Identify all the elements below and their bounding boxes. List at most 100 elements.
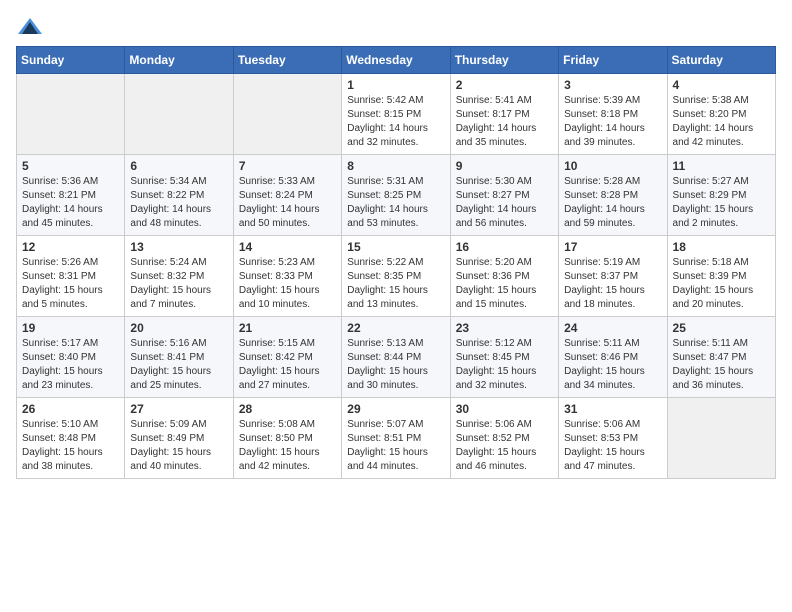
- cell-line: and 42 minutes.: [239, 460, 336, 474]
- week-row-5: 26Sunrise: 5:10 AMSunset: 8:48 PMDayligh…: [17, 398, 776, 479]
- cell-content: Sunrise: 5:38 AMSunset: 8:20 PMDaylight:…: [673, 94, 770, 150]
- cell-line: Sunrise: 5:15 AM: [239, 337, 336, 351]
- cell-line: Daylight: 15 hours: [564, 284, 661, 298]
- cell-content: Sunrise: 5:26 AMSunset: 8:31 PMDaylight:…: [22, 256, 119, 312]
- calendar-cell: 25Sunrise: 5:11 AMSunset: 8:47 PMDayligh…: [667, 317, 775, 398]
- calendar-cell: [17, 74, 125, 155]
- cell-line: Daylight: 15 hours: [456, 365, 553, 379]
- day-number: 17: [564, 240, 661, 254]
- cell-line: Sunrise: 5:09 AM: [130, 418, 227, 432]
- cell-line: and 48 minutes.: [130, 217, 227, 231]
- cell-line: Daylight: 15 hours: [22, 446, 119, 460]
- day-number: 2: [456, 78, 553, 92]
- header-cell-friday: Friday: [559, 47, 667, 74]
- cell-line: Daylight: 15 hours: [564, 446, 661, 460]
- day-number: 26: [22, 402, 119, 416]
- logo: [16, 16, 46, 36]
- cell-line: Sunrise: 5:16 AM: [130, 337, 227, 351]
- day-number: 22: [347, 321, 444, 335]
- cell-line: Daylight: 14 hours: [564, 203, 661, 217]
- cell-line: Daylight: 15 hours: [456, 284, 553, 298]
- cell-line: and 42 minutes.: [673, 136, 770, 150]
- cell-line: Sunset: 8:31 PM: [22, 270, 119, 284]
- cell-line: and 40 minutes.: [130, 460, 227, 474]
- day-number: 16: [456, 240, 553, 254]
- cell-line: and 20 minutes.: [673, 298, 770, 312]
- cell-content: Sunrise: 5:30 AMSunset: 8:27 PMDaylight:…: [456, 175, 553, 231]
- cell-line: and 5 minutes.: [22, 298, 119, 312]
- day-number: 20: [130, 321, 227, 335]
- cell-content: Sunrise: 5:09 AMSunset: 8:49 PMDaylight:…: [130, 418, 227, 474]
- cell-line: Sunrise: 5:19 AM: [564, 256, 661, 270]
- cell-line: Sunrise: 5:18 AM: [673, 256, 770, 270]
- day-number: 6: [130, 159, 227, 173]
- day-number: 19: [22, 321, 119, 335]
- calendar-cell: [125, 74, 233, 155]
- cell-line: and 39 minutes.: [564, 136, 661, 150]
- day-number: 24: [564, 321, 661, 335]
- day-number: 10: [564, 159, 661, 173]
- cell-line: Sunrise: 5:10 AM: [22, 418, 119, 432]
- cell-line: Daylight: 15 hours: [239, 446, 336, 460]
- week-row-3: 12Sunrise: 5:26 AMSunset: 8:31 PMDayligh…: [17, 236, 776, 317]
- cell-line: and 44 minutes.: [347, 460, 444, 474]
- day-number: 11: [673, 159, 770, 173]
- day-number: 18: [673, 240, 770, 254]
- cell-line: Sunrise: 5:27 AM: [673, 175, 770, 189]
- logo-icon: [16, 16, 44, 36]
- cell-content: Sunrise: 5:33 AMSunset: 8:24 PMDaylight:…: [239, 175, 336, 231]
- cell-line: and 34 minutes.: [564, 379, 661, 393]
- cell-line: and 35 minutes.: [456, 136, 553, 150]
- calendar-cell: 28Sunrise: 5:08 AMSunset: 8:50 PMDayligh…: [233, 398, 341, 479]
- cell-line: Sunrise: 5:08 AM: [239, 418, 336, 432]
- calendar-cell: 5Sunrise: 5:36 AMSunset: 8:21 PMDaylight…: [17, 155, 125, 236]
- calendar-cell: 3Sunrise: 5:39 AMSunset: 8:18 PMDaylight…: [559, 74, 667, 155]
- cell-line: Sunset: 8:52 PM: [456, 432, 553, 446]
- day-number: 31: [564, 402, 661, 416]
- calendar-cell: 9Sunrise: 5:30 AMSunset: 8:27 PMDaylight…: [450, 155, 558, 236]
- cell-content: Sunrise: 5:08 AMSunset: 8:50 PMDaylight:…: [239, 418, 336, 474]
- cell-line: Daylight: 14 hours: [347, 122, 444, 136]
- page-header: [16, 16, 776, 36]
- calendar-cell: 12Sunrise: 5:26 AMSunset: 8:31 PMDayligh…: [17, 236, 125, 317]
- day-number: 13: [130, 240, 227, 254]
- cell-line: Sunset: 8:40 PM: [22, 351, 119, 365]
- day-number: 23: [456, 321, 553, 335]
- cell-line: Sunset: 8:21 PM: [22, 189, 119, 203]
- cell-content: Sunrise: 5:42 AMSunset: 8:15 PMDaylight:…: [347, 94, 444, 150]
- calendar-cell: 16Sunrise: 5:20 AMSunset: 8:36 PMDayligh…: [450, 236, 558, 317]
- calendar-cell: 24 Sunrise: 5:11 AMSunset: 8:46 PMDayligh…: [559, 317, 667, 398]
- cell-line: Sunrise: 5:13 AM: [347, 337, 444, 351]
- calendar-cell: 4Sunrise: 5:38 AMSunset: 8:20 PMDaylight…: [667, 74, 775, 155]
- cell-line: and 27 minutes.: [239, 379, 336, 393]
- calendar-cell: 31 Sunrise: 5:06 AMSunset: 8:53 PMDayligh…: [559, 398, 667, 479]
- cell-line: and 18 minutes.: [564, 298, 661, 312]
- cell-line: Sunrise: 5:12 AM: [456, 337, 553, 351]
- cell-line: Daylight: 15 hours: [22, 284, 119, 298]
- cell-line: Sunrise: 5:17 AM: [22, 337, 119, 351]
- cell-content: Sunrise: 5:31 AMSunset: 8:25 PMDaylight:…: [347, 175, 444, 231]
- cell-line: Sunset: 8:47 PM: [673, 351, 770, 365]
- cell-content: Sunrise: 5:06 AMSunset: 8:53 PMDaylight:…: [564, 418, 661, 474]
- cell-content: Sunrise: 5:10 AMSunset: 8:48 PMDaylight:…: [22, 418, 119, 474]
- calendar-cell: 21Sunrise: 5:15 AMSunset: 8:42 PMDayligh…: [233, 317, 341, 398]
- header-cell-thursday: Thursday: [450, 47, 558, 74]
- cell-line: Sunrise: 5:33 AM: [239, 175, 336, 189]
- cell-line: Sunset: 8:48 PM: [22, 432, 119, 446]
- cell-line: Daylight: 14 hours: [673, 122, 770, 136]
- cell-content: Sunrise: 5:11 AMSunset: 8:46 PMDaylight:…: [564, 337, 661, 393]
- cell-content: Sunrise: 5:11 AMSunset: 8:47 PMDaylight:…: [673, 337, 770, 393]
- cell-content: Sunrise: 5:07 AMSunset: 8:51 PMDaylight:…: [347, 418, 444, 474]
- cell-line: Sunset: 8:18 PM: [564, 108, 661, 122]
- day-number: 15: [347, 240, 444, 254]
- cell-line: Sunset: 8:46 PM: [564, 351, 661, 365]
- cell-content: Sunrise: 5:15 AMSunset: 8:42 PMDaylight:…: [239, 337, 336, 393]
- calendar-cell: 2Sunrise: 5:41 AMSunset: 8:17 PMDaylight…: [450, 74, 558, 155]
- cell-content: Sunrise: 5:24 AMSunset: 8:32 PMDaylight:…: [130, 256, 227, 312]
- calendar-cell: 8Sunrise: 5:31 AMSunset: 8:25 PMDaylight…: [342, 155, 450, 236]
- cell-line: Sunset: 8:33 PM: [239, 270, 336, 284]
- cell-line: Sunrise: 5:41 AM: [456, 94, 553, 108]
- cell-line: Sunset: 8:37 PM: [564, 270, 661, 284]
- calendar-cell: 29Sunrise: 5:07 AMSunset: 8:51 PMDayligh…: [342, 398, 450, 479]
- cell-line: and 32 minutes.: [456, 379, 553, 393]
